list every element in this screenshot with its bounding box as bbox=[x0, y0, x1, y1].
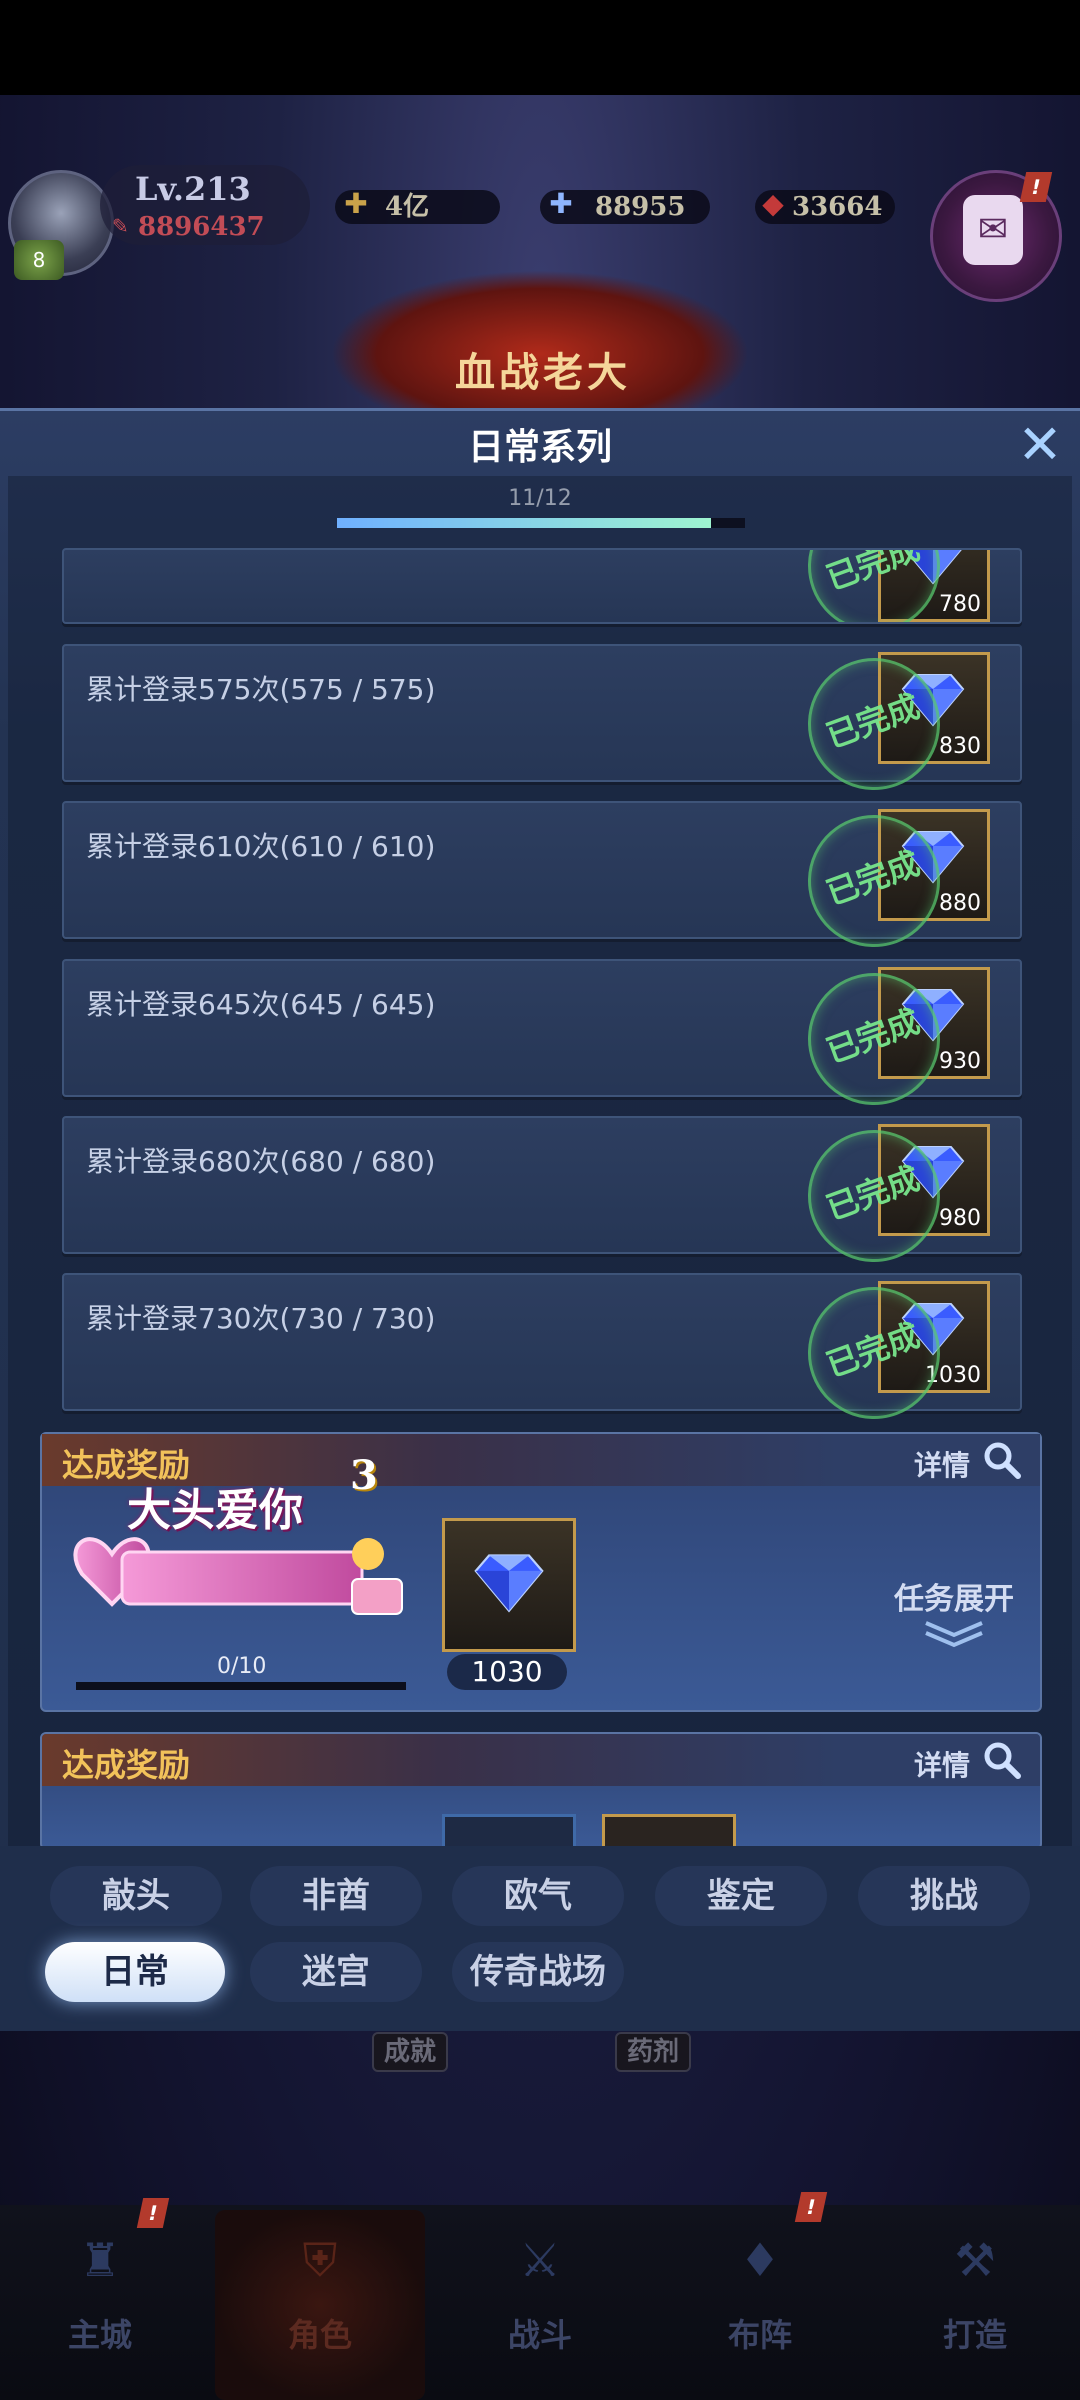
gem-amount: 33664 bbox=[792, 192, 883, 222]
nav-battle[interactable]: ⚔ 战斗 bbox=[460, 2230, 620, 2380]
modal-title: 日常系列 bbox=[467, 427, 612, 468]
reward-amount: 830 bbox=[939, 734, 981, 759]
title-badge-number: 3 bbox=[350, 1452, 378, 1499]
nav-label: 角色 bbox=[287, 2316, 352, 2354]
achievement-reward-amount: 1030 bbox=[447, 1654, 567, 1690]
combat-power: 8896437 bbox=[138, 212, 265, 242]
diamond-plus-icon[interactable]: ✚ bbox=[543, 186, 579, 222]
reward-amount: 780 bbox=[939, 592, 981, 617]
nav-label: 主城 bbox=[67, 2316, 132, 2354]
achievement-reward-slot[interactable] bbox=[442, 1518, 576, 1652]
task-label: 累计登录680次(680 / 680) bbox=[86, 1145, 436, 1178]
helmet-icon: ⛨ bbox=[302, 2233, 338, 2287]
task-card[interactable]: 累计登录730次(730 / 730) 1030 已完成 bbox=[62, 1268, 1022, 1438]
reward-slot-partial[interactable] bbox=[442, 1814, 576, 1848]
tab-2[interactable]: 非酋 bbox=[250, 1866, 422, 1926]
crossed-swords-icon: ⚔ bbox=[519, 2233, 561, 2287]
task-label: 累计登录730次(730 / 730) bbox=[86, 1302, 436, 1335]
achievement-panel: 达成奖励 详情 大头爱你 3 0/10 1030 任务展开 bbox=[40, 1432, 1042, 1712]
task-label: 累计登录575次(575 / 575) bbox=[86, 673, 436, 706]
achievement-title-2: 达成奖励 bbox=[62, 1746, 191, 1784]
task-label: 累计登录645次(645 / 645) bbox=[86, 988, 436, 1021]
search-icon[interactable] bbox=[982, 1440, 1022, 1480]
reward-amount: 880 bbox=[939, 891, 981, 916]
task-card[interactable]: 累计登录680次(680 / 680) 980 已完成 bbox=[62, 1111, 1022, 1281]
task-card[interactable]: 累计登录610次(610 / 610) 880 已完成 bbox=[62, 796, 1022, 966]
nav-formation[interactable]: ♦ 布阵 bbox=[680, 2230, 840, 2380]
formation-icon: ♦ bbox=[739, 2233, 781, 2287]
pencil-icon: ✎ bbox=[112, 214, 129, 238]
close-icon[interactable]: ✕ bbox=[1015, 418, 1065, 472]
tab-5[interactable]: 挑战 bbox=[858, 1866, 1030, 1926]
tab-1[interactable]: 敲头 bbox=[50, 1866, 222, 1926]
task-card[interactable]: 累计登录645次(645 / 645) 930 已完成 bbox=[62, 954, 1022, 1124]
tab-row2-1[interactable]: 日常 bbox=[45, 1942, 225, 2002]
search-icon[interactable] bbox=[982, 1740, 1022, 1780]
nav-main-city[interactable]: ♜ 主城 bbox=[20, 2230, 180, 2380]
tab-3[interactable]: 欧气 bbox=[452, 1866, 624, 1926]
tab-row2-3[interactable]: 传奇战场 bbox=[452, 1942, 624, 2002]
task-card[interactable]: 累计登录575次(575 / 575) 830 已完成 bbox=[62, 639, 1022, 809]
tab-row2-2[interactable]: 迷宫 bbox=[250, 1942, 422, 2002]
nav-character[interactable]: ⛨ 角色 bbox=[240, 2230, 400, 2380]
series-progress-fill bbox=[337, 518, 711, 528]
ruby-icon: ◆ bbox=[762, 187, 784, 220]
task-card[interactable]: 780 已完成 bbox=[62, 548, 1022, 624]
player-level: Lv.213 bbox=[135, 170, 251, 208]
achievement-panel-2: 达成奖励 详情 bbox=[40, 1732, 1042, 1850]
avatar-badge: 8 bbox=[14, 240, 64, 280]
potions-button[interactable]: 药剂 bbox=[615, 2032, 692, 2072]
task-label: 累计登录610次(610 / 610) bbox=[86, 830, 436, 863]
details-link[interactable]: 详情 bbox=[914, 1444, 970, 1484]
scroll-icon: ✉ bbox=[963, 195, 1023, 265]
nav-label: 布阵 bbox=[727, 2316, 792, 2354]
reward-amount: 980 bbox=[939, 1206, 981, 1231]
gold-amount: 4亿 bbox=[385, 192, 430, 222]
castle-icon: ♜ bbox=[79, 2233, 121, 2287]
achievement-progress-track bbox=[76, 1682, 406, 1690]
achievement-progress-label: 0/10 bbox=[217, 1654, 267, 1679]
tab-4[interactable]: 鉴定 bbox=[655, 1866, 827, 1926]
reward-amount: 930 bbox=[939, 1049, 981, 1074]
anvil-icon: ⚒ bbox=[954, 2233, 996, 2287]
title-badge-text: 大头爱你 bbox=[127, 1485, 303, 1536]
achievements-button[interactable]: 成就 bbox=[372, 2032, 449, 2072]
title-badge bbox=[73, 1537, 403, 1615]
nav-label: 打造 bbox=[942, 2316, 1007, 2354]
expand-tasks-button[interactable]: 任务展开 bbox=[894, 1574, 1014, 1618]
achievement-header-2 bbox=[42, 1734, 1040, 1786]
nav-forge[interactable]: ⚒ 打造 bbox=[895, 2230, 1055, 2380]
chevron-down-icon[interactable] bbox=[924, 1619, 984, 1649]
details-link-2[interactable]: 详情 bbox=[914, 1744, 970, 1784]
nav-label: 战斗 bbox=[507, 2316, 572, 2354]
diamond-amount: 88955 bbox=[595, 192, 686, 222]
boss-title: 血战老大 bbox=[455, 349, 631, 396]
gold-plus-icon[interactable]: ✚ bbox=[338, 186, 374, 222]
diamond-icon bbox=[474, 1554, 544, 1613]
status-bar bbox=[0, 0, 1080, 95]
reward-slot-partial-2[interactable] bbox=[602, 1814, 736, 1848]
